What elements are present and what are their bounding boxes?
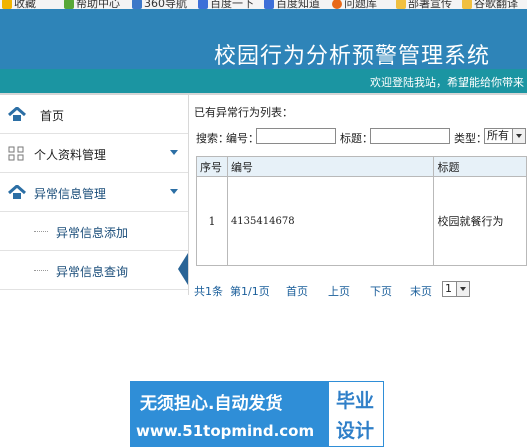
watermark-badge-line1: 毕业 xyxy=(336,390,375,412)
chevron-down-icon xyxy=(170,150,178,155)
cell-id: 4135414678 xyxy=(226,176,435,266)
app-header: 校园行为分析预警管理系统 xyxy=(0,9,527,69)
sogou-icon xyxy=(332,0,342,9)
anomaly-table: 序号 编号 标题 1 4135414678 校园就餐行为 xyxy=(196,156,527,266)
type-select[interactable]: 所有 xyxy=(484,128,526,144)
translate-icon xyxy=(462,0,472,9)
sidebar-item-anomaly-query[interactable]: 异常信息查询 xyxy=(0,251,188,290)
cell-seq: 1 xyxy=(196,176,228,266)
sidebar-item-label: 异常信息添加 xyxy=(56,226,129,240)
sidebar-item-home[interactable]: 首页 xyxy=(0,95,188,134)
active-item-marker xyxy=(178,253,188,285)
sidebar-item-label: 异常信息查询 xyxy=(56,265,129,279)
watermark-banner: 无须担心.自动发货 www.51topmind.com xyxy=(130,381,328,447)
sidebar-item-label: 个人资料管理 xyxy=(34,148,107,162)
chevron-down-icon xyxy=(170,189,178,194)
last-page-link[interactable]: 末页 xyxy=(410,283,432,299)
table-row[interactable]: 1 4135414678 校园就餐行为 xyxy=(196,176,527,266)
home-icon xyxy=(8,185,26,199)
welcome-text: 欢迎登陆我站，希望能给你带来 xyxy=(370,76,524,89)
tree-connector xyxy=(34,231,48,232)
chevron-down-icon xyxy=(456,282,469,296)
id-search-input[interactable] xyxy=(256,128,336,144)
type-label: 类型： xyxy=(454,132,487,145)
page-title: 校园行为分析预警管理系统 xyxy=(214,44,491,69)
sidebar-item-anomaly-manage[interactable]: 异常信息管理 xyxy=(0,173,188,212)
folder-icon xyxy=(396,0,406,9)
next-page-link[interactable]: 下页 xyxy=(370,283,392,299)
search-label: 搜索： xyxy=(196,132,229,145)
home-icon xyxy=(8,107,26,121)
sidebar-item-anomaly-add[interactable]: 异常信息添加 xyxy=(0,212,188,251)
title-label: 标题： xyxy=(340,132,373,145)
sidebar-item-label: 首页 xyxy=(40,109,65,123)
first-page-link[interactable]: 首页 xyxy=(286,283,308,299)
help-icon xyxy=(64,0,74,9)
id-label: 编号： xyxy=(226,132,259,145)
tree-connector xyxy=(34,270,48,271)
star-icon xyxy=(2,0,12,9)
column-header: 标题 xyxy=(433,156,527,177)
page-info: 第1/1页 xyxy=(230,285,270,298)
prev-page-link[interactable]: 上页 xyxy=(328,283,350,299)
nav-icon xyxy=(132,0,142,9)
sidebar-item-label: 异常信息管理 xyxy=(34,187,107,201)
page-select[interactable]: 1 xyxy=(442,281,470,297)
cell-title: 校园就餐行为 xyxy=(433,176,527,266)
watermark-badge-line2: 设计 xyxy=(336,420,375,442)
baidu-paw-icon xyxy=(198,0,208,9)
sidebar: 首页 个人资料管理 异常信息管理 异常信息添加 异常信息查询 xyxy=(0,95,189,295)
baidu-paw-icon xyxy=(264,0,274,9)
column-header: 编号 xyxy=(226,156,435,177)
chevron-down-icon xyxy=(512,129,525,143)
table-header-row: 序号 编号 标题 xyxy=(196,156,527,177)
sidebar-item-profile[interactable]: 个人资料管理 xyxy=(0,134,188,173)
column-header: 序号 xyxy=(196,156,228,177)
watermark-url: www.51topmind.com xyxy=(136,422,315,440)
watermark-badge: 毕业 设计 xyxy=(328,381,384,447)
list-heading: 已有异常行为列表： xyxy=(194,106,293,119)
total-count: 共1条 xyxy=(194,285,223,298)
grid-icon xyxy=(8,146,24,161)
welcome-bar: 欢迎登陆我站，希望能给你带来 xyxy=(0,69,527,93)
watermark-slogan: 无须担心.自动发货 xyxy=(140,394,283,414)
title-search-input[interactable] xyxy=(370,128,450,144)
